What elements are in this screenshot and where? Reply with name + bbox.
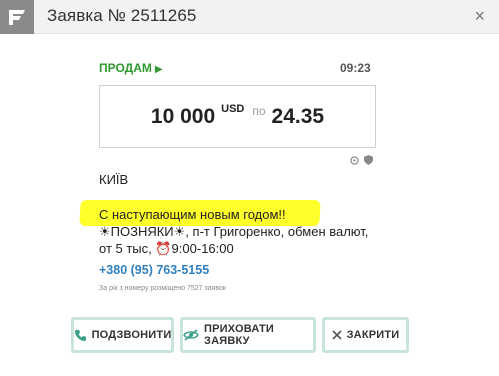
shield-icon[interactable]: [364, 152, 373, 170]
description-text: ☀ПОЗНЯКИ☀, п-т Григоренко, обмен валют, …: [99, 224, 369, 256]
call-button[interactable]: ПОДЗВОНИТИ: [71, 317, 174, 353]
network-icon[interactable]: [350, 152, 359, 170]
offer-amount: 10 000: [150, 104, 216, 128]
offer-currency: USD: [221, 102, 245, 115]
hide-offer-button-label: ПРИХОВАТИ ЗАЯВКУ: [204, 323, 274, 347]
greeting-text: С наступающим новым годом!!: [99, 207, 286, 222]
phone-number[interactable]: +380 (95) 763-5155: [99, 263, 209, 277]
offer-side-label: ПРОДАМ ▶: [99, 61, 163, 75]
stats-note: За рік з номеру розміщено 7527 заявок: [99, 285, 226, 292]
close-button[interactable]: ЗАКРИТИ: [322, 317, 409, 353]
offer-rate: 24.35: [271, 104, 325, 128]
offer-description: С наступающим новым годом!! ☀ПОЗНЯКИ☀, п…: [99, 206, 379, 257]
app-logo-icon: [0, 0, 34, 34]
call-button-label: ПОДЗВОНИТИ: [91, 329, 172, 341]
phone-icon: [74, 329, 87, 342]
close-icon[interactable]: ×: [474, 6, 485, 26]
title-bar: Заявка № 2511265 ×: [0, 0, 499, 34]
city-label: КИЇВ: [99, 172, 129, 187]
play-arrow-icon: ▶: [154, 64, 163, 75]
rate-separator: по: [252, 103, 266, 118]
eye-crossed-icon: [183, 329, 199, 341]
hide-offer-button[interactable]: ПРИХОВАТИ ЗАЯВКУ: [180, 317, 316, 353]
info-icons: [350, 152, 373, 170]
dialog-title: Заявка № 2511265: [47, 6, 197, 25]
close-button-label: ЗАКРИТИ: [346, 329, 400, 341]
offer-side-text: ПРОДАМ: [99, 61, 152, 75]
price-box: 10 000 USD по 24.35: [99, 85, 376, 148]
offer-time: 09:23: [340, 61, 371, 75]
close-icon: [332, 330, 342, 340]
